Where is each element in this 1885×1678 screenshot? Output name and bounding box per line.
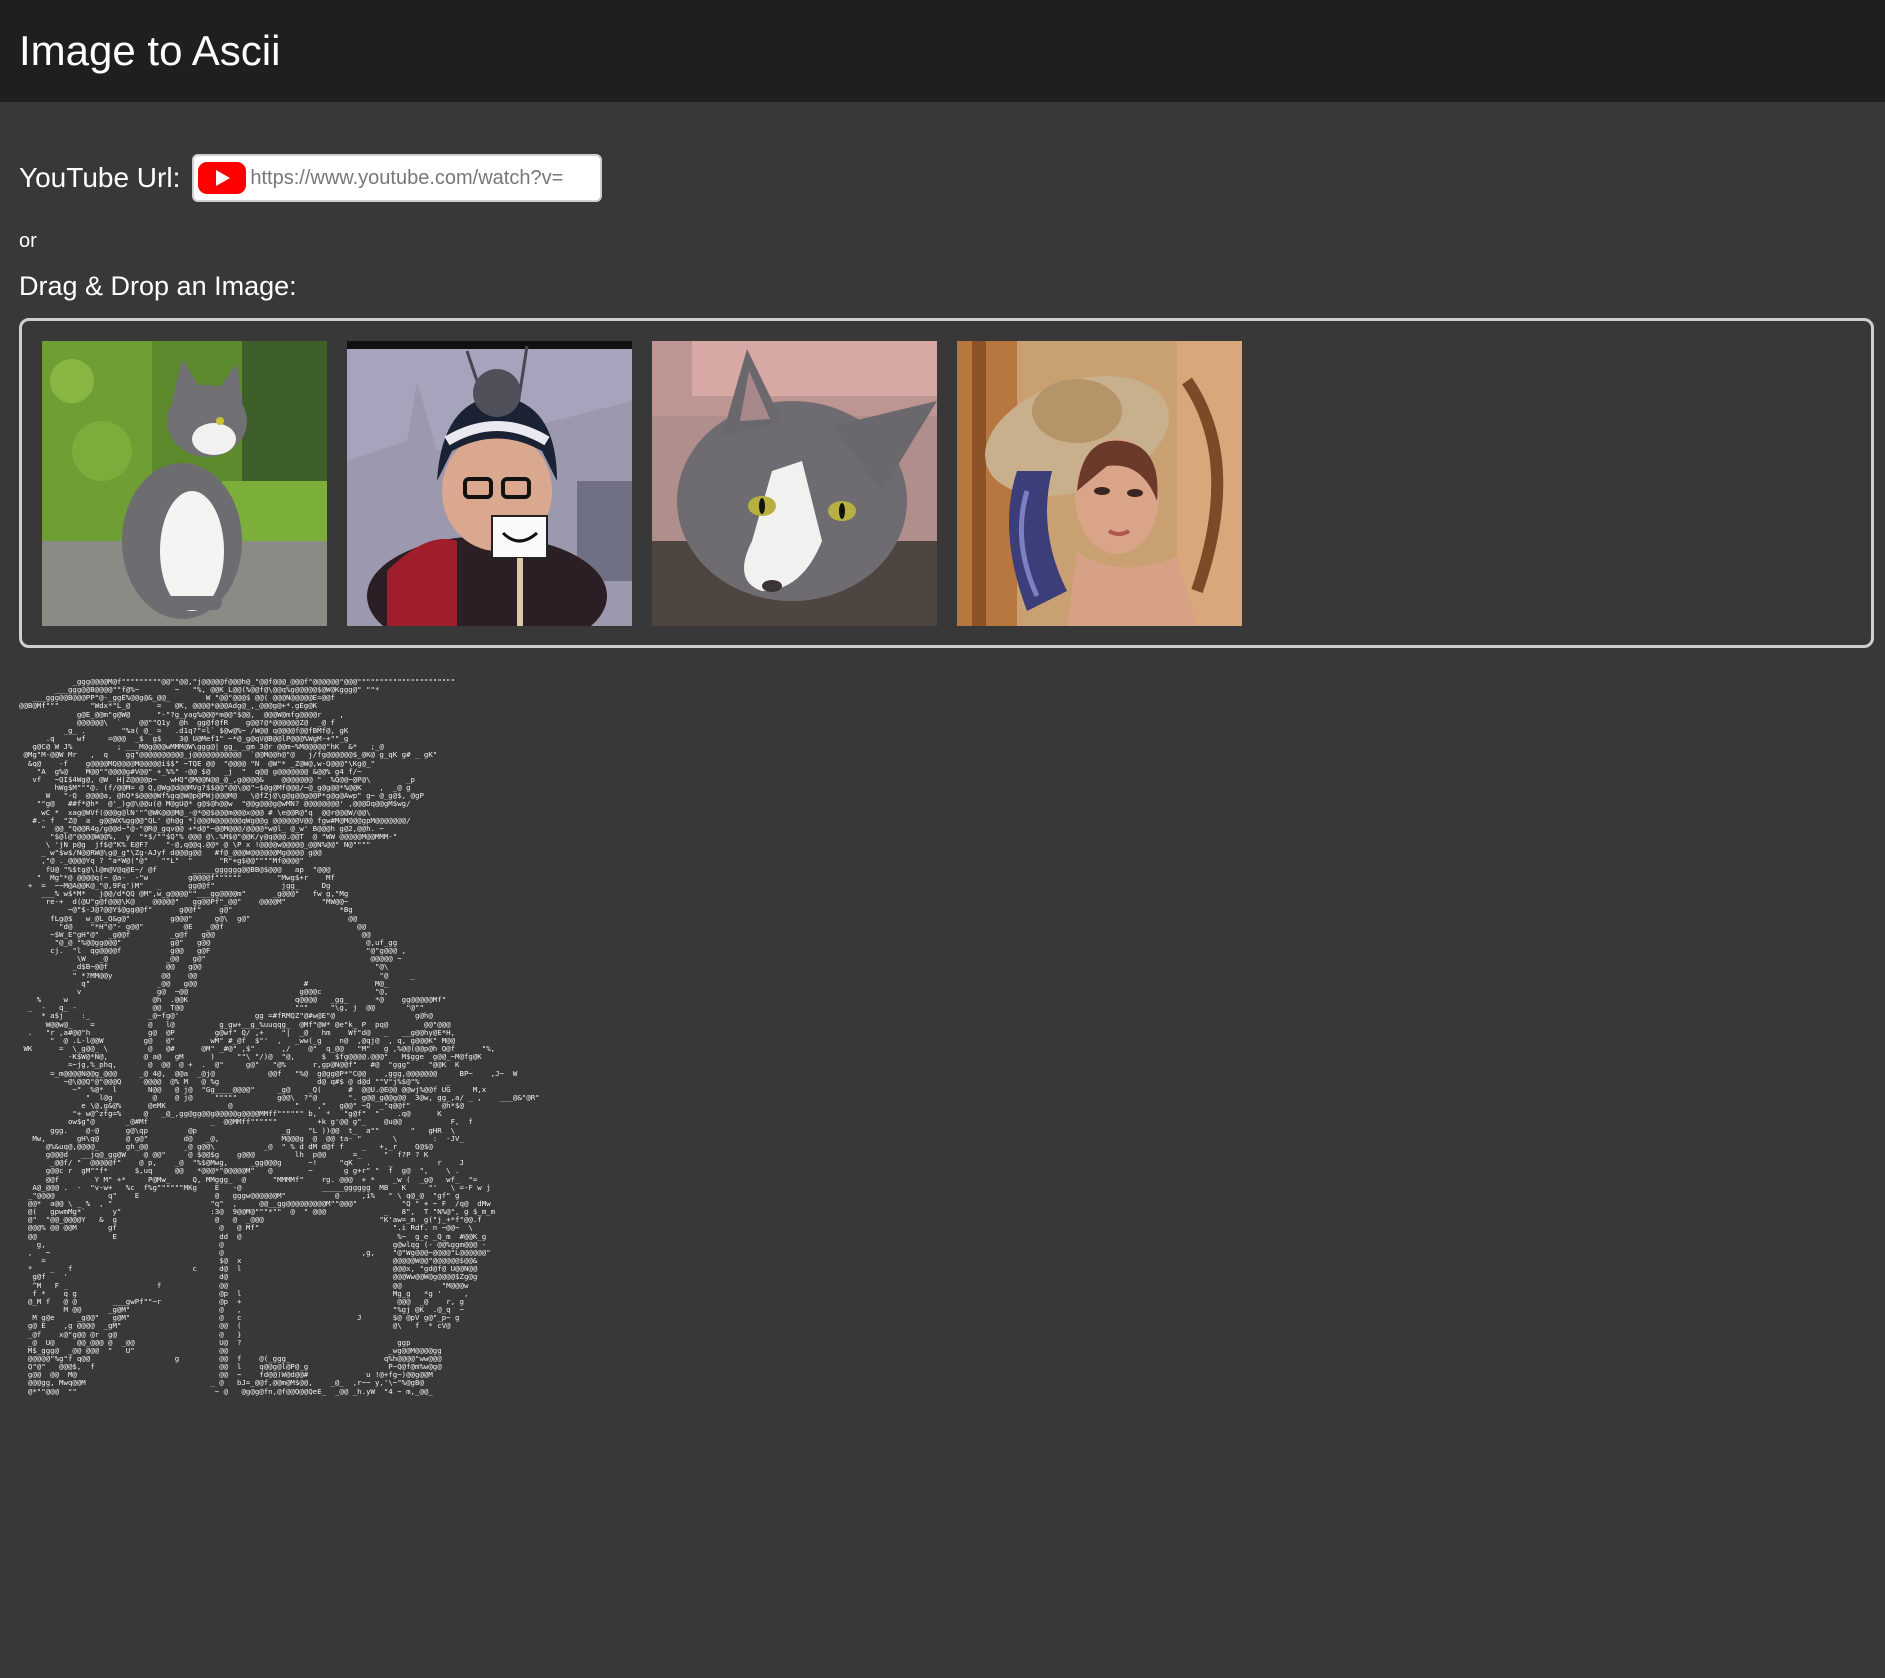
youtube-logo-icon bbox=[196, 158, 248, 198]
youtube-url-row: YouTube Url: bbox=[19, 154, 1866, 202]
ascii-art-output: _ggg@@@@M@f"""""""""@@""@@,"j@@@@@f@@@h@… bbox=[19, 678, 540, 1396]
main-content: YouTube Url: or Drag & Drop an Image: bbox=[0, 154, 1885, 1678]
image-drop-zone[interactable] bbox=[19, 318, 1874, 648]
sample-image-cat-closeup[interactable] bbox=[652, 341, 937, 626]
sample-image-woman-hat[interactable] bbox=[957, 341, 1242, 626]
youtube-url-label: YouTube Url: bbox=[19, 162, 181, 193]
sample-image-cat-garden[interactable] bbox=[42, 341, 327, 626]
or-separator: or bbox=[19, 230, 37, 252]
sample-image-person-smile-sign[interactable] bbox=[347, 341, 632, 626]
youtube-url-input[interactable] bbox=[248, 158, 593, 198]
top-bar: Image to Ascii bbox=[0, 0, 1885, 102]
youtube-url-field[interactable] bbox=[192, 154, 603, 202]
drag-drop-label: Drag & Drop an Image: bbox=[19, 271, 297, 301]
app-title: Image to Ascii bbox=[19, 27, 281, 74]
